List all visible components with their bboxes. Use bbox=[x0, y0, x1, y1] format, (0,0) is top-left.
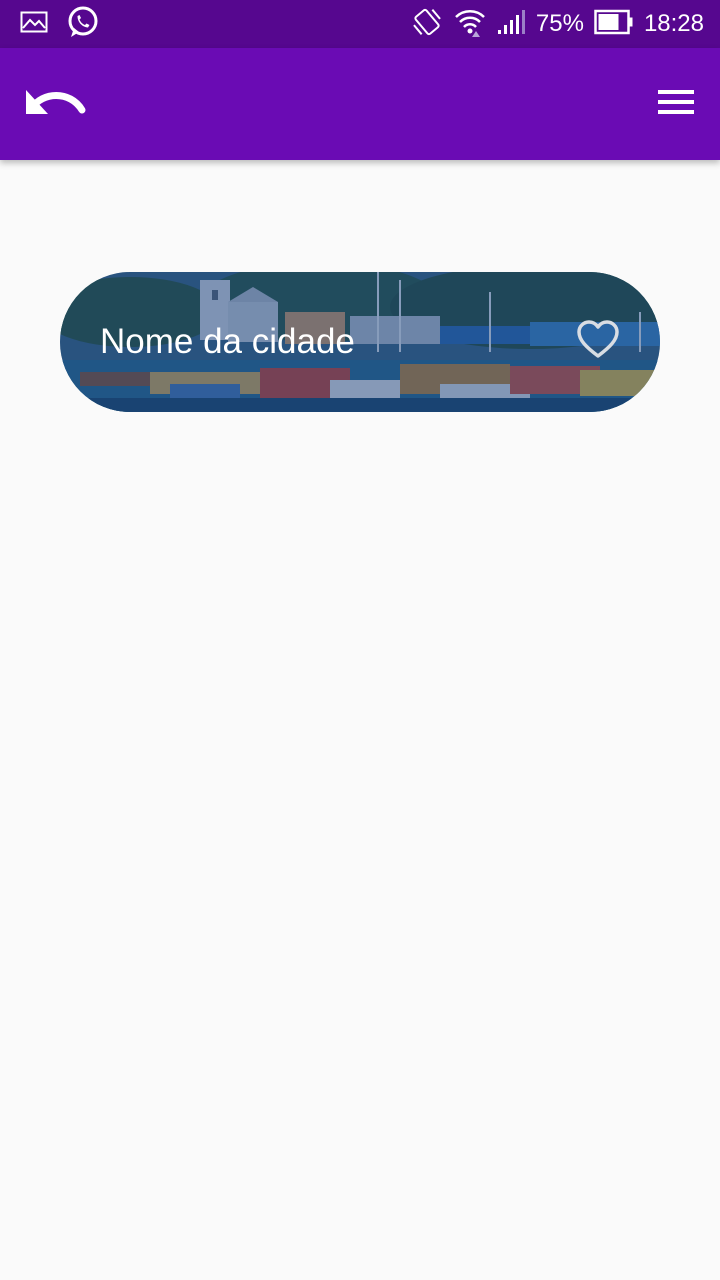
vibrate-icon bbox=[410, 7, 444, 41]
hamburger-menu-icon bbox=[657, 88, 695, 120]
status-right-group: 75% 18:28 bbox=[410, 6, 704, 42]
back-button[interactable] bbox=[22, 76, 90, 132]
gallery-icon bbox=[20, 11, 48, 37]
signal-icon bbox=[496, 8, 526, 40]
battery-icon bbox=[594, 9, 634, 39]
wifi-icon bbox=[454, 6, 486, 42]
menu-button[interactable] bbox=[654, 82, 698, 126]
city-card[interactable]: Nome da cidade bbox=[60, 272, 660, 412]
status-left-group bbox=[20, 6, 100, 42]
status-bar: 75% 18:28 bbox=[0, 0, 720, 48]
undo-arrow-icon bbox=[24, 84, 88, 124]
battery-percent: 75% bbox=[535, 10, 584, 37]
clock: 18:28 bbox=[643, 10, 704, 37]
favorite-button[interactable] bbox=[572, 320, 624, 364]
whatsapp-icon bbox=[66, 5, 100, 43]
city-name: Nome da cidade bbox=[100, 322, 355, 361]
heart-outline-icon bbox=[576, 320, 620, 364]
app-bar bbox=[0, 48, 720, 160]
